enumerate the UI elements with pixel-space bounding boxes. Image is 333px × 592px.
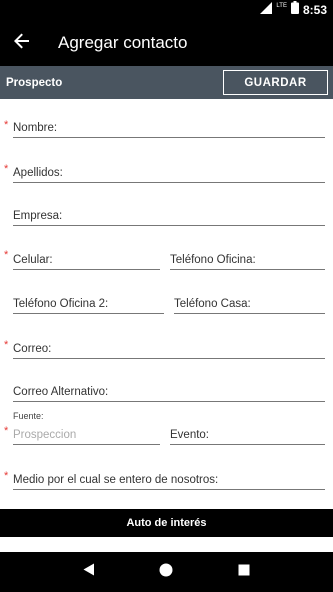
- required-marker: *: [4, 470, 9, 482]
- nav-back-button[interactable]: [79, 562, 99, 582]
- nav-home-button[interactable]: [156, 562, 176, 582]
- page-title: Agregar contacto: [58, 33, 188, 52]
- app-bar: Agregar contacto: [0, 20, 333, 66]
- telefono-casa-field[interactable]: Teléfono Casa:: [174, 292, 325, 314]
- section-header[interactable]: Auto de interés: [0, 509, 333, 537]
- evento-field[interactable]: Evento:: [170, 423, 325, 445]
- section-title: Auto de interés: [126, 517, 207, 529]
- required-marker: *: [4, 425, 9, 437]
- correo-alternativo-label: Correo Alternativo:: [13, 386, 109, 398]
- nombre-label: Nombre:: [13, 122, 58, 134]
- battery-icon: [290, 1, 299, 19]
- apellidos-label: Apellidos:: [13, 167, 63, 179]
- fuente-value: Prospeccion: [13, 429, 77, 441]
- telefono-casa-label: Teléfono Casa:: [174, 298, 251, 310]
- fuente-label: Fuente:: [13, 411, 44, 421]
- telefono-oficina-label: Teléfono Oficina:: [170, 254, 256, 266]
- telefono-oficina-2-field[interactable]: Teléfono Oficina 2:: [13, 292, 164, 314]
- triangle-back-icon: [83, 563, 95, 581]
- celular-field[interactable]: Celular:: [13, 248, 160, 270]
- signal-icon: [260, 1, 273, 19]
- required-marker: *: [4, 163, 9, 175]
- apellidos-field[interactable]: Apellidos:: [13, 161, 325, 183]
- required-marker: *: [4, 119, 9, 131]
- evento-label: Evento:: [170, 429, 209, 441]
- clock: 8:53: [302, 3, 327, 17]
- empresa-field[interactable]: Empresa:: [13, 204, 325, 226]
- circle-home-icon: [159, 563, 173, 582]
- correo-field[interactable]: Correo:: [13, 337, 325, 359]
- save-button[interactable]: GUARDAR: [223, 70, 328, 95]
- medio-label: Medio por el cual se entero de nosotros:: [13, 474, 219, 486]
- system-nav-bar: [0, 552, 333, 592]
- fuente-select[interactable]: Prospeccion: [13, 423, 160, 445]
- correo-alternativo-field[interactable]: Correo Alternativo:: [13, 380, 325, 402]
- section-content: [0, 537, 333, 552]
- medio-field[interactable]: Medio por el cual se entero de nosotros:: [13, 468, 325, 490]
- required-marker: *: [4, 249, 9, 261]
- status-icons: LTE 8:53: [260, 1, 327, 19]
- arrow-back-icon: [14, 33, 30, 54]
- celular-label: Celular:: [13, 254, 53, 266]
- network-type: LTE: [276, 3, 287, 9]
- nombre-field[interactable]: Nombre:: [13, 116, 325, 138]
- empresa-label: Empresa:: [13, 210, 63, 222]
- square-recents-icon: [238, 563, 250, 581]
- telefono-oficina-field[interactable]: Teléfono Oficina:: [170, 248, 325, 270]
- back-button[interactable]: [0, 20, 44, 66]
- required-marker: *: [4, 339, 9, 351]
- telefono-oficina-2-label: Teléfono Oficina 2:: [13, 298, 109, 310]
- contact-type-label: Prospecto: [6, 76, 63, 89]
- contact-form: * Nombre: * Apellidos: Empresa: * Celula…: [0, 99, 333, 509]
- status-bar: LTE 8:53: [0, 0, 333, 20]
- contact-type-bar: Prospecto GUARDAR: [0, 66, 333, 99]
- correo-label: Correo:: [13, 343, 52, 355]
- nav-recents-button[interactable]: [234, 562, 254, 582]
